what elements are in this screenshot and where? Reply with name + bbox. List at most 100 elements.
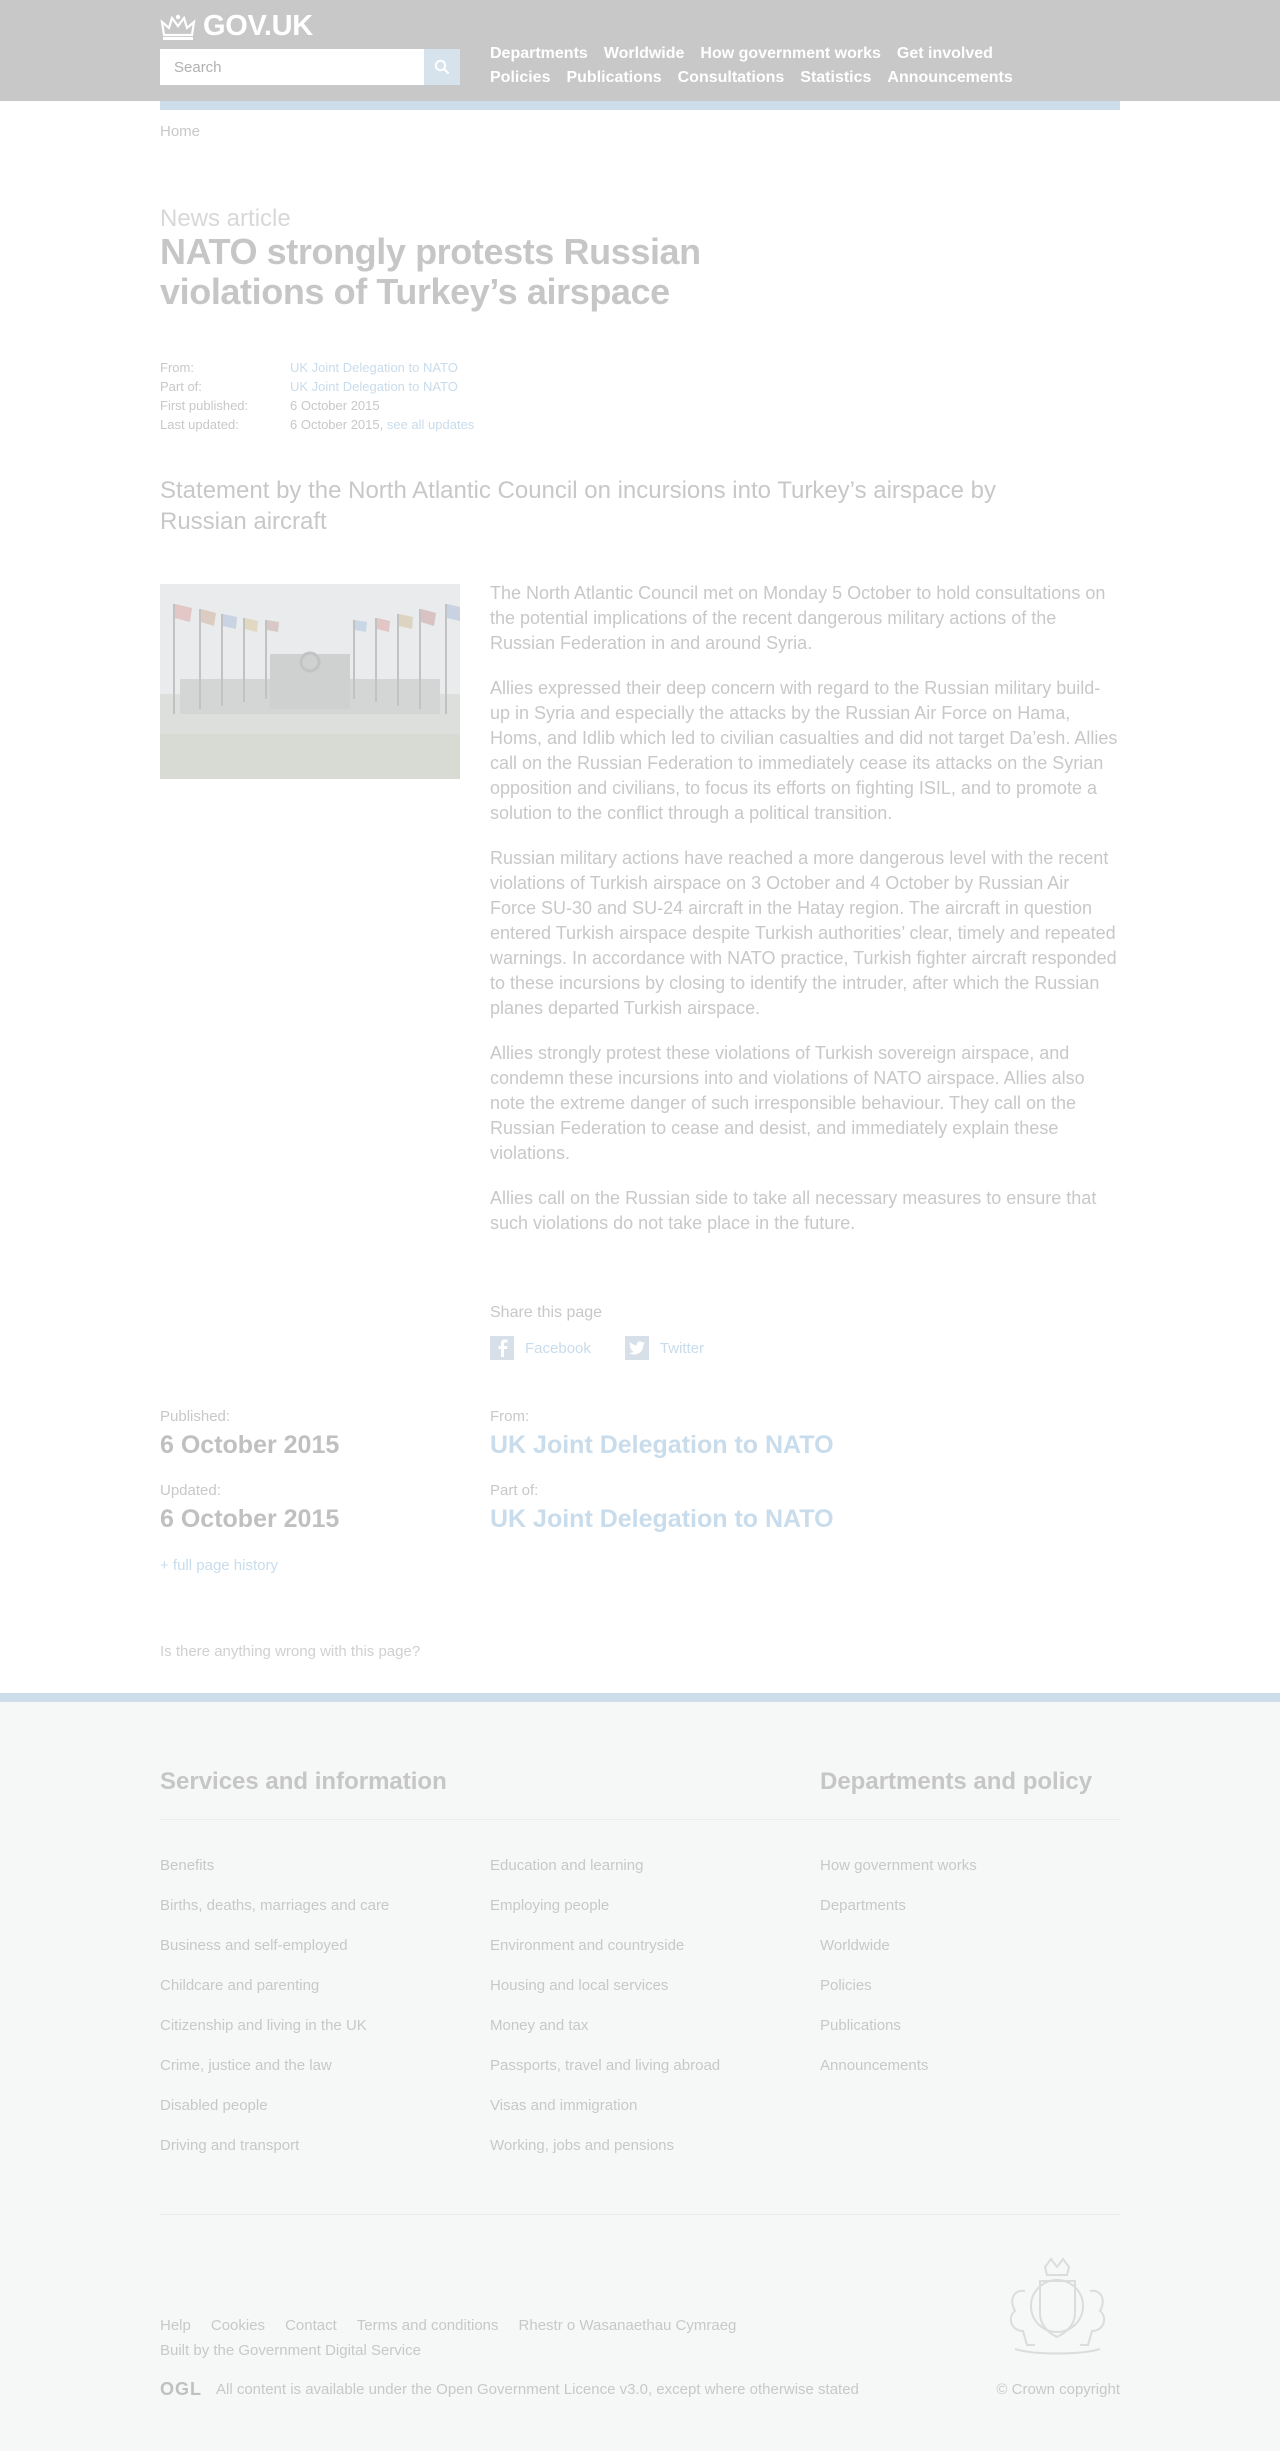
footer-cookies-link[interactable]: Cookies [211,2317,265,2334]
footer-link[interactable]: Publications [820,2017,977,2057]
share-facebook-label: Facebook [525,1339,591,1357]
share-facebook-link[interactable]: Facebook [490,1336,591,1360]
meta-last-updated-label: Last updated: [160,417,239,432]
footer-divider [160,2214,1120,2215]
footer-services-column-1: Benefits Births, deaths, marriages and c… [160,1857,389,2177]
published-date: 6 October 2015 [160,1431,340,1459]
built-by-prefix: Built by the [160,2342,235,2359]
body-paragraph: The North Atlantic Council met on Monday… [490,583,1106,653]
footer-link[interactable]: Births, deaths, marriages and care [160,1897,389,1937]
search-button[interactable] [424,49,460,85]
breadcrumb-home[interactable]: Home [160,123,200,140]
logo-text: GOV.UK [203,10,313,42]
share-twitter-label: Twitter [659,1339,705,1357]
ogl-logo: OGL [160,2379,202,2399]
licence-prefix: All content is available under the [216,2381,432,2398]
gds-link[interactable]: Government Digital Service [238,2342,421,2359]
nav-announcements[interactable]: Announcements [887,69,1012,87]
metadata: From: UK Joint Delegation to NATO Part o… [160,358,474,434]
footer-link[interactable]: Policies [820,1977,977,2017]
nav-get-involved[interactable]: Get involved [897,45,993,63]
meta-last-updated-value: 6 October 2015, [290,417,384,432]
nav-policies[interactable]: Policies [490,69,550,87]
footer-link[interactable]: Business and self-employed [160,1937,389,1977]
body-paragraph: Allies call on the Russian side to take … [490,1188,1097,1233]
nav-worldwide[interactable]: Worldwide [604,45,685,63]
meta-partof-link[interactable]: UK Joint Delegation to NATO [290,377,458,396]
meta-from-link[interactable]: UK Joint Delegation to NATO [290,358,458,377]
nav-publications[interactable]: Publications [566,69,661,87]
crown-copyright: © Crown copyright [996,2381,1120,2398]
footer-help-link[interactable]: Help [160,2317,191,2334]
footer-link[interactable]: Citizenship and living in the UK [160,2017,389,2057]
footer-terms-link[interactable]: Terms and conditions [357,2317,499,2334]
footer-link[interactable]: Passports, travel and living abroad [490,2057,720,2097]
footer-services-column-2: Education and learning Employing people … [490,1857,720,2177]
nav-consultations[interactable]: Consultations [678,69,785,87]
search-form [160,49,460,85]
meta-partof-label: Part of: [160,379,202,394]
footer-link[interactable]: Disabled people [160,2097,389,2137]
footer-link[interactable]: How government works [820,1857,977,1897]
organisation-block: From: UK Joint Delegation to NATO Part o… [490,1408,834,1534]
footer-link[interactable]: Childcare and parenting [160,1977,389,2017]
footer-contact-link[interactable]: Contact [285,2317,337,2334]
search-input[interactable] [160,49,424,85]
share-label: Share this page [490,1304,603,1321]
nav-how-government-works[interactable]: How government works [700,45,880,63]
footer-welsh-link[interactable]: Rhestr o Wasanaethau Cymraeg [519,2317,737,2334]
see-all-updates-link[interactable]: see all updates [387,415,474,434]
licence: OGL All content is available under the O… [160,2379,859,2400]
share-section: Share this page Facebook Twitter [490,1304,704,1360]
details-partof-link[interactable]: UK Joint Delegation to NATO [490,1505,834,1534]
body-paragraph: Allies strongly protest these violations… [490,1043,1085,1163]
twitter-icon [624,1336,649,1360]
facebook-icon [490,1336,514,1360]
departments-heading: Departments and policy [820,1768,1093,1795]
footer-departments-column: How government works Departments Worldwi… [820,1857,977,2097]
nav-statistics[interactable]: Statistics [800,69,871,87]
footer-link[interactable]: Driving and transport [160,2137,389,2177]
footer-link[interactable]: Money and tax [490,2017,720,2057]
footer-link[interactable]: Housing and local services [490,1977,720,2017]
footer-link[interactable]: Education and learning [490,1857,720,1897]
nato-headquarters-image [160,584,460,779]
details-from-label: From: [490,1408,530,1425]
footer-link[interactable]: Working, jobs and pensions [490,2137,720,2177]
built-by: Built by the Government Digital Service [160,2342,421,2359]
footer-link[interactable]: Departments [820,1897,977,1937]
meta-first-published-value: 6 October 2015 [290,398,380,413]
details-from-link[interactable]: UK Joint Delegation to NATO [490,1431,834,1460]
site-footer: Services and information Departments and… [0,1693,1280,2451]
ogl-link[interactable]: Open Government Licence v3.0 [436,2381,648,2398]
footer-link[interactable]: Visas and immigration [490,2097,720,2137]
footer-link[interactable]: Crime, justice and the law [160,2057,389,2097]
crown-icon [160,14,196,40]
updated-label: Updated: [160,1482,221,1499]
footer-link[interactable]: Worldwide [820,1937,977,1977]
meta-from-label: From: [160,360,194,375]
primary-nav-row-2: Policies Publications Consultations Stat… [490,69,1013,87]
report-problem-link[interactable]: Is there anything wrong with this page? [160,1643,420,1660]
licence-suffix: , except where otherwise stated [647,2381,859,2398]
share-twitter-link[interactable]: Twitter [624,1336,705,1360]
published-label: Published: [160,1408,231,1425]
govuk-logo-link[interactable]: GOV.UK [160,10,313,43]
body-paragraph: Russian military actions have reached a … [490,848,1117,1018]
published-block: Published: 6 October 2015 Updated: 6 Oct… [160,1408,339,1534]
breadcrumb: Home [160,123,200,140]
article-summary: Statement by the North Atlantic Council … [160,477,996,535]
footer-link[interactable]: Employing people [490,1897,720,1937]
full-page-history-link[interactable]: + full page history [160,1557,278,1574]
footer-divider [160,1819,1120,1820]
body-paragraph: Allies expressed their deep concern with… [490,678,1118,823]
footer-link[interactable]: Environment and countryside [490,1937,720,1977]
nav-departments[interactable]: Departments [490,45,588,63]
document-type: News article [160,205,291,232]
footer-link[interactable]: Benefits [160,1857,389,1897]
article-body: The North Atlantic Council met on Monday… [490,581,1120,1256]
search-icon [434,59,450,75]
updated-date: 6 October 2015 [160,1505,340,1533]
footer-link[interactable]: Announcements [820,2057,977,2097]
details-partof-label: Part of: [490,1482,539,1499]
